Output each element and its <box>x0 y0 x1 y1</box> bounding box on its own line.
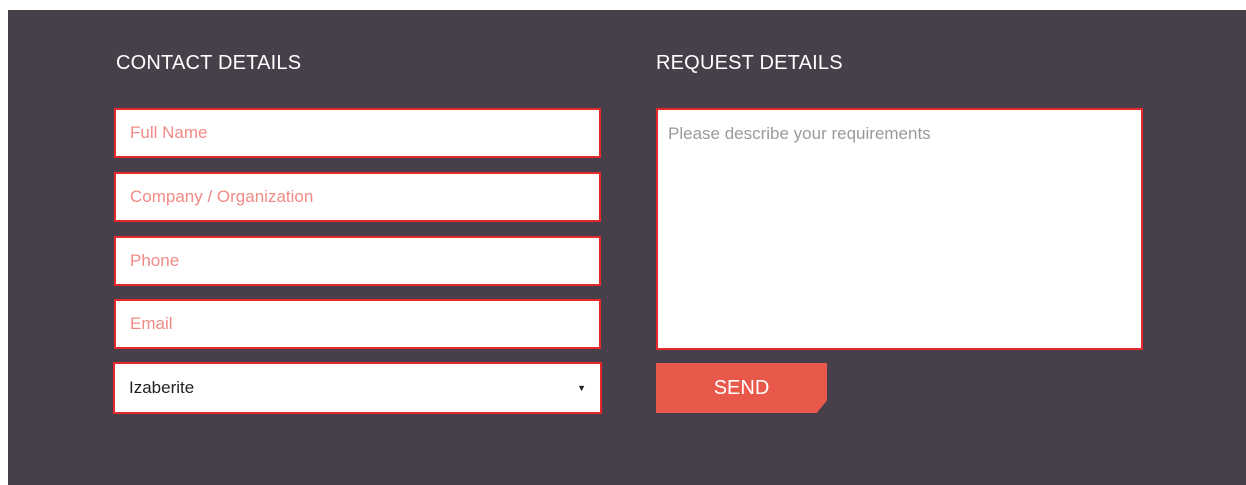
full-name-input[interactable]: Full Name <box>114 108 601 158</box>
phone-input[interactable]: Phone <box>114 236 601 286</box>
form-panel: CONTACT DETAILS Full Name Company / Orga… <box>8 10 1246 485</box>
requirements-placeholder: Please describe your requirements <box>668 124 931 143</box>
request-details-heading: REQUEST DETAILS <box>656 52 843 74</box>
company-input[interactable]: Company / Organization <box>114 172 601 222</box>
send-button[interactable]: SEND <box>656 363 827 413</box>
dropdown-arrow-icon: ▼ <box>577 383 586 393</box>
option-select[interactable]: Izaberite ▼ <box>113 362 602 414</box>
select-value: Izaberite <box>129 378 195 397</box>
full-name-placeholder: Full Name <box>130 123 208 142</box>
email-input[interactable]: Email <box>114 299 601 349</box>
phone-placeholder: Phone <box>130 251 180 270</box>
contact-details-heading: CONTACT DETAILS <box>116 52 302 74</box>
email-placeholder: Email <box>130 314 173 333</box>
company-placeholder: Company / Organization <box>130 187 314 206</box>
requirements-textarea[interactable]: Please describe your requirements <box>656 108 1143 350</box>
